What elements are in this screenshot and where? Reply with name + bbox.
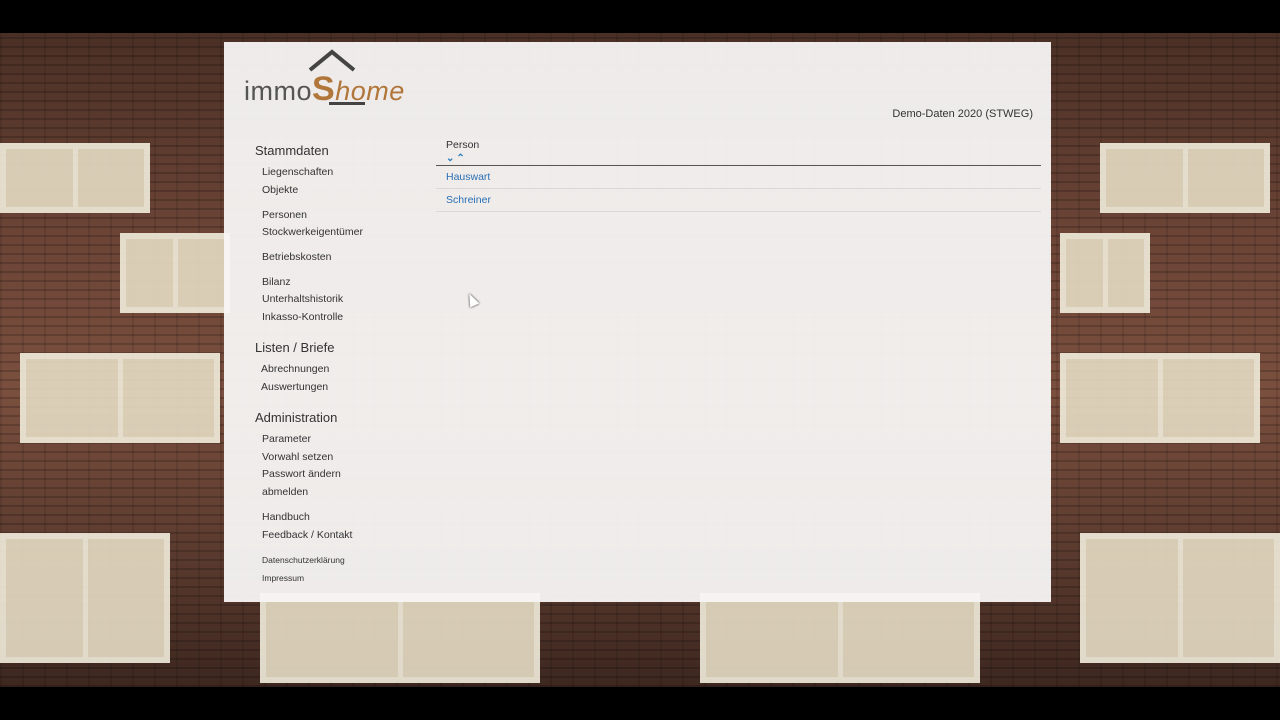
nav-item-auswertungen[interactable]: Auswertungen bbox=[261, 381, 328, 393]
letterbox-top bbox=[0, 0, 1280, 33]
nav-item-abmelden[interactable]: abmelden bbox=[262, 486, 308, 498]
nav-heading-administration: Administration bbox=[255, 410, 338, 425]
dataset-label: Demo-Daten 2020 (STWEG) bbox=[892, 108, 1033, 120]
nav-item-vorwahl-setzen[interactable]: Vorwahl setzen bbox=[262, 451, 333, 463]
nav-item-parameter[interactable]: Parameter bbox=[262, 433, 311, 445]
nav-item-handbuch[interactable]: Handbuch bbox=[262, 511, 310, 523]
nav-item-inkasso-kontrolle[interactable]: Inkasso-Kontrolle bbox=[262, 311, 343, 323]
nav-item-bilanz[interactable]: Bilanz bbox=[262, 276, 291, 288]
brand-logo[interactable]: immoShome bbox=[244, 48, 404, 108]
row-link-schreiner[interactable]: Schreiner bbox=[446, 194, 491, 206]
nav-item-personen[interactable]: Personen bbox=[262, 209, 307, 221]
nav-item-objekte[interactable]: Objekte bbox=[262, 184, 298, 196]
nav-item-feedback-kontakt[interactable]: Feedback / Kontakt bbox=[262, 529, 352, 541]
nav-item-stockwerkeigentuemer[interactable]: Stockwerkeigentümer bbox=[262, 226, 363, 238]
nav-item-unterhaltshistorik[interactable]: Unterhaltshistorik bbox=[262, 293, 343, 305]
chevron-up-icon[interactable]: ⌃ bbox=[456, 153, 466, 164]
brand-name: immoShome bbox=[244, 70, 405, 108]
nav-heading-listen: Listen / Briefe bbox=[255, 340, 335, 355]
table-row: Schreiner bbox=[436, 189, 1041, 212]
column-header-person: Person bbox=[446, 139, 480, 151]
nav-item-impressum[interactable]: Impressum bbox=[262, 573, 304, 583]
nav-item-abrechnungen[interactable]: Abrechnungen bbox=[261, 363, 329, 375]
nav-item-passwort-aendern[interactable]: Passwort ändern bbox=[262, 468, 341, 480]
logo-underline bbox=[329, 102, 365, 105]
table-row: Hauswart bbox=[436, 166, 1041, 189]
chevron-down-icon[interactable]: ⌄ bbox=[446, 153, 456, 164]
main-panel: immoShome Demo-Daten 2020 (STWEG) Stammd… bbox=[224, 42, 1051, 602]
sort-controls: ⌄⌃ bbox=[446, 153, 467, 164]
row-link-hauswart[interactable]: Hauswart bbox=[446, 171, 490, 183]
nav-heading-stammdaten: Stammdaten bbox=[255, 143, 329, 158]
nav-item-liegenschaften[interactable]: Liegenschaften bbox=[262, 166, 333, 178]
nav-item-betriebskosten[interactable]: Betriebskosten bbox=[262, 251, 331, 263]
nav-item-datenschutzerklaerung[interactable]: Datenschutzerklärung bbox=[262, 555, 345, 565]
letterbox-bottom bbox=[0, 687, 1280, 720]
